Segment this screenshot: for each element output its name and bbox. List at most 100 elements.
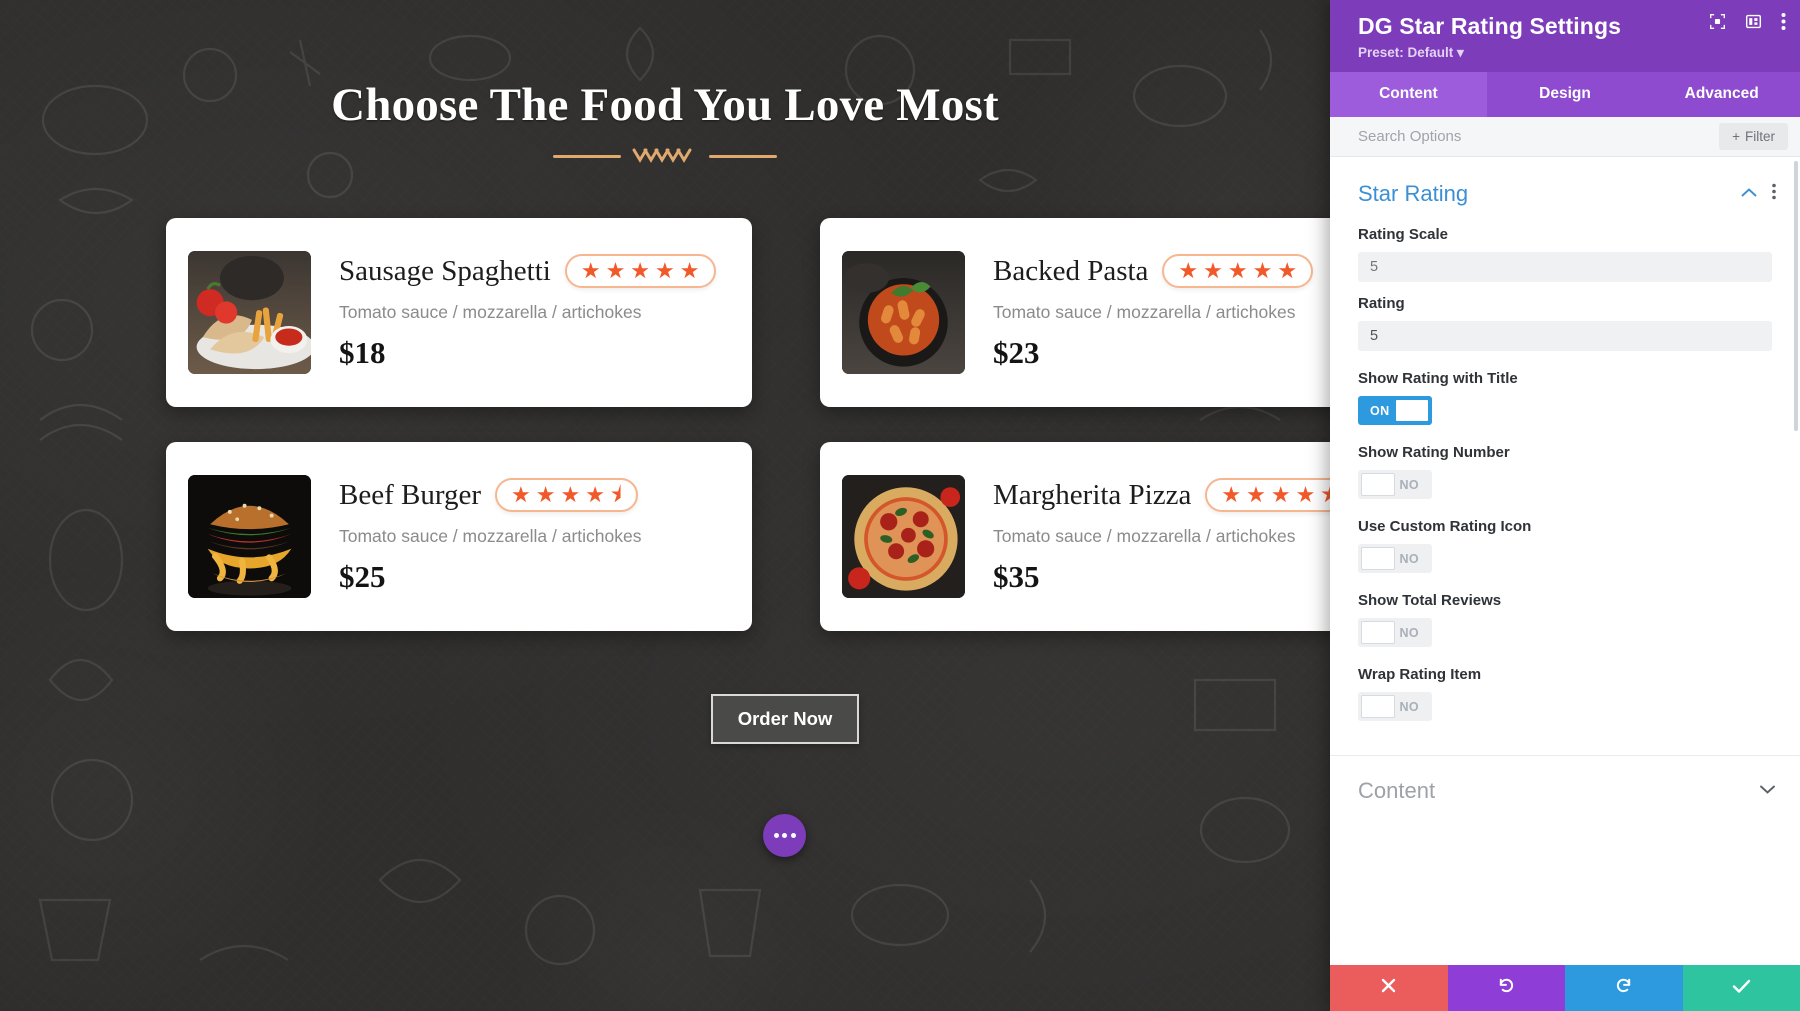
rating-scale-input[interactable] bbox=[1358, 252, 1772, 282]
modal-footer bbox=[1330, 965, 1800, 1011]
modal-tabs: Content Design Advanced bbox=[1330, 72, 1800, 117]
star-icon: ★ bbox=[585, 482, 605, 507]
toggle-switch[interactable]: ON bbox=[1358, 396, 1432, 425]
dish-info: Beef Burger ★ ★ ★ ★ ⯨ Tomato sauce / moz… bbox=[311, 478, 730, 595]
menu-card[interactable]: Sausage Spaghetti ★ ★ ★ ★ ★ Tomato sauce… bbox=[166, 218, 752, 407]
toggle-wrap-rating-item: Wrap Rating Item NO bbox=[1330, 647, 1800, 721]
toggle-switch[interactable]: NO bbox=[1358, 544, 1432, 573]
toggle-switch[interactable]: NO bbox=[1358, 692, 1432, 721]
dish-price: $18 bbox=[339, 335, 386, 370]
app-root: Choose The Food You Love Most Sausage Sp… bbox=[0, 0, 1800, 1011]
dot-icon bbox=[790, 833, 796, 838]
tab-content[interactable]: Content bbox=[1330, 72, 1487, 117]
search-bar: + Filter bbox=[1330, 117, 1800, 157]
field-rating: Rating bbox=[1330, 282, 1800, 351]
star-rating-badge[interactable]: ★ ★ ★ ★ ★ bbox=[564, 254, 716, 288]
dish-title-row: Beef Burger ★ ★ ★ ★ ⯨ bbox=[339, 478, 730, 512]
search-input[interactable] bbox=[1358, 128, 1588, 145]
zigzag-ornament-icon bbox=[632, 148, 692, 163]
section-title: Star Rating bbox=[1358, 181, 1469, 206]
cancel-button[interactable] bbox=[1330, 965, 1448, 1011]
dish-info: Margherita Pizza ★ ★ ★ ★ ⯨ Tomato sauce … bbox=[965, 478, 1330, 595]
star-rating-badge[interactable]: ★ ★ ★ ★ ★ bbox=[1162, 254, 1314, 288]
scrollbar-thumb[interactable] bbox=[1794, 161, 1798, 431]
save-button[interactable] bbox=[1682, 965, 1800, 1011]
tab-advanced[interactable]: Advanced bbox=[1643, 72, 1800, 117]
dish-title: Beef Burger bbox=[339, 478, 481, 511]
close-x-icon bbox=[1380, 977, 1397, 999]
dish-thumbnail bbox=[188, 475, 311, 598]
modal-header: DG Star Rating Settings Preset: Default … bbox=[1330, 0, 1800, 72]
dish-title: Backed Pasta bbox=[993, 254, 1149, 287]
menu-card[interactable]: Margherita Pizza ★ ★ ★ ★ ⯨ Tomato sauce … bbox=[820, 442, 1330, 631]
star-icon: ★ bbox=[630, 258, 651, 283]
filter-button[interactable]: + Filter bbox=[1719, 123, 1788, 150]
dot-icon bbox=[782, 833, 787, 838]
undo-button[interactable] bbox=[1447, 965, 1565, 1011]
divider-bar-right bbox=[709, 154, 777, 158]
star-icon: ★ bbox=[1295, 482, 1316, 507]
star-icon: ★ bbox=[679, 258, 700, 283]
collapsed-section-title: Content bbox=[1358, 778, 1436, 803]
rating-input[interactable] bbox=[1358, 321, 1772, 351]
star-icon: ★ bbox=[535, 482, 556, 507]
dish-description: Tomato sauce / mozzarella / artichokes bbox=[993, 302, 1296, 322]
toggle-knob bbox=[1361, 621, 1395, 644]
preset-selector[interactable]: Preset: Default ▾ bbox=[1358, 45, 1783, 61]
toggle-use-custom-rating-icon: Use Custom Rating Icon NO bbox=[1330, 499, 1800, 573]
toggle-state: NO bbox=[1399, 699, 1419, 714]
plus-icon: + bbox=[1732, 129, 1740, 144]
builder-fab-button[interactable] bbox=[763, 814, 806, 857]
dish-description: Tomato sauce / mozzarella / artichokes bbox=[993, 526, 1296, 546]
toggle-knob bbox=[1361, 473, 1395, 496]
fullscreen-icon[interactable] bbox=[1709, 13, 1726, 30]
toggle-switch[interactable]: NO bbox=[1358, 470, 1432, 499]
tab-design[interactable]: Design bbox=[1487, 72, 1644, 117]
star-icon: ★ bbox=[1227, 258, 1248, 283]
star-rating-badge[interactable]: ★ ★ ★ ★ ⯨ bbox=[495, 478, 638, 512]
dish-title-row: Margherita Pizza ★ ★ ★ ★ ⯨ bbox=[993, 478, 1330, 512]
menu-card-grid: Sausage Spaghetti ★ ★ ★ ★ ★ Tomato sauce… bbox=[166, 218, 1330, 631]
preset-label: Preset: Default bbox=[1358, 45, 1454, 60]
star-icon: ★ bbox=[1277, 258, 1298, 283]
toggle-state: NO bbox=[1399, 477, 1419, 492]
chevron-down-icon[interactable] bbox=[1759, 782, 1776, 800]
field-label: Rating bbox=[1358, 295, 1405, 312]
dish-thumbnail bbox=[842, 251, 965, 374]
star-icon: ★ bbox=[511, 482, 531, 507]
star-rating-badge[interactable]: ★ ★ ★ ★ ⯨ bbox=[1205, 478, 1330, 512]
undo-arrow-icon bbox=[1497, 976, 1516, 1000]
star-icon: ★ bbox=[655, 258, 675, 283]
dish-title-row: Sausage Spaghetti ★ ★ ★ ★ ★ bbox=[339, 254, 730, 288]
star-icon: ★ bbox=[1270, 482, 1291, 507]
chevron-up-icon[interactable] bbox=[1741, 185, 1757, 203]
order-now-button[interactable]: Order Now bbox=[711, 694, 859, 744]
filter-label: Filter bbox=[1745, 129, 1775, 144]
kebab-menu-icon[interactable] bbox=[1781, 12, 1786, 31]
star-icon: ★ bbox=[1221, 482, 1242, 507]
menu-card[interactable]: Backed Pasta ★ ★ ★ ★ ★ Tomato sauce / mo… bbox=[820, 218, 1330, 407]
dish-title-row: Backed Pasta ★ ★ ★ ★ ★ bbox=[993, 254, 1330, 288]
toggle-switch[interactable]: NO bbox=[1358, 618, 1432, 647]
modal-body: Star Rating Rating Scale 5 Rating 5 Show… bbox=[1330, 157, 1800, 965]
settings-modal: DG Star Rating Settings Preset: Default … bbox=[1330, 0, 1800, 1011]
toggle-label: Show Total Reviews bbox=[1358, 592, 1502, 609]
kebab-menu-icon[interactable] bbox=[1772, 183, 1776, 205]
toggle-state: NO bbox=[1399, 551, 1419, 566]
dish-description: Tomato sauce / mozzarella / artichokes bbox=[339, 526, 642, 546]
section-content-collapsed[interactable]: Content bbox=[1330, 755, 1800, 826]
layout-columns-icon[interactable] bbox=[1745, 13, 1762, 30]
star-icon: ★ bbox=[1246, 482, 1266, 507]
toggle-label: Wrap Rating Item bbox=[1358, 666, 1482, 683]
dish-price: $23 bbox=[993, 335, 1040, 370]
section-icons bbox=[1741, 183, 1776, 205]
toggle-state: ON bbox=[1370, 403, 1390, 418]
redo-arrow-icon bbox=[1614, 976, 1633, 1000]
toggle-knob bbox=[1395, 399, 1429, 422]
menu-card[interactable]: Beef Burger ★ ★ ★ ★ ⯨ Tomato sauce / moz… bbox=[166, 442, 752, 631]
redo-button[interactable] bbox=[1565, 965, 1683, 1011]
toggle-show-rating-with-title: Show Rating with Title ON bbox=[1330, 351, 1800, 425]
dish-info: Backed Pasta ★ ★ ★ ★ ★ Tomato sauce / mo… bbox=[965, 254, 1330, 371]
star-icon: ★ bbox=[1178, 258, 1199, 283]
star-icon: ★ bbox=[560, 482, 581, 507]
